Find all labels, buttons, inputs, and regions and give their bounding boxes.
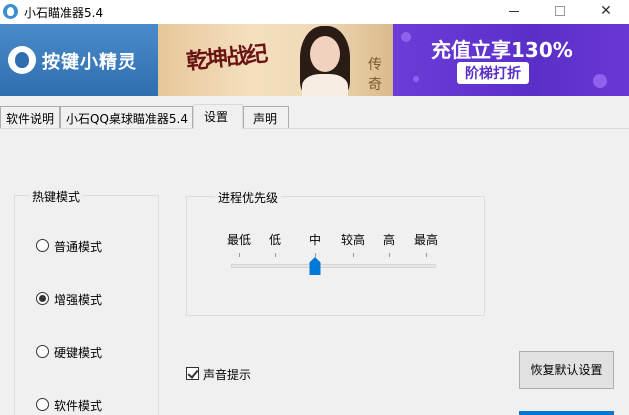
tick-mark (426, 253, 427, 257)
game-ad-corner-text: 传奇 (368, 57, 382, 93)
priority-label-low: 低 (268, 233, 282, 247)
app-icon (3, 4, 18, 19)
radio-label: 硬键模式 (54, 346, 103, 360)
radio-button[interactable] (36, 239, 49, 252)
close-button[interactable]: ✕ (583, 0, 629, 24)
hotkey-mode-title: 热键模式 (29, 188, 84, 205)
priority-slider-thumb[interactable] (309, 257, 321, 275)
hotkey-mode-group: 热键模式 普通模式 增强模式 硬键模式 软件模式 (14, 188, 159, 415)
priority-slider-track[interactable] (231, 264, 436, 268)
radio-label: 软件模式 (54, 399, 103, 413)
promo-ad[interactable]: 充值立享130% 阶梯打折 (393, 24, 629, 96)
tab-settings[interactable]: 设置 (193, 104, 243, 129)
logo-text: 按键小精灵 (42, 52, 137, 73)
maximize-icon (555, 6, 565, 16)
sound-hint-label: 声音提示 (203, 368, 252, 382)
priority-label-high: 高 (382, 233, 396, 247)
title-bar: 小石瞄准器5.4 ✕ (0, 0, 629, 24)
tick-mark (239, 253, 240, 257)
game-ad-figure (288, 24, 358, 96)
sprite-logo-icon (8, 46, 36, 74)
partial-button-edge (519, 411, 614, 415)
close-icon: ✕ (600, 3, 612, 19)
minimize-icon (509, 10, 519, 12)
promo-headline: 充值立享130% (431, 38, 573, 62)
maximize-button[interactable] (537, 0, 583, 24)
tab-software-info[interactable]: 软件说明 (0, 106, 60, 128)
tick-mark (353, 253, 354, 257)
logo-banner[interactable]: 按键小精灵 (0, 24, 158, 96)
process-priority-group: 进程优先级 最低 低 中 较高 高 最高 (186, 189, 485, 316)
tab-strip: 软件说明 小石QQ桌球瞄准器5.4 设置 声明 (0, 104, 629, 129)
radio-button[interactable] (36, 345, 49, 358)
minimize-button[interactable] (491, 0, 537, 24)
radio-button[interactable] (36, 292, 49, 305)
game-ad[interactable]: 乾坤战纪 传奇 (158, 24, 393, 96)
ad-banner: 按键小精灵 乾坤战纪 传奇 充值立享130% 阶梯打折 (0, 24, 629, 96)
tab-statement[interactable]: 声明 (243, 106, 289, 128)
tab-aimer[interactable]: 小石QQ桌球瞄准器5.4 (60, 106, 193, 128)
process-priority-title: 进程优先级 (215, 189, 282, 206)
priority-label-above-normal: 较高 (340, 233, 366, 247)
radio-label: 增强模式 (54, 293, 103, 307)
priority-label-highest: 最高 (413, 233, 439, 247)
game-ad-title: 乾坤战纪 (185, 40, 268, 76)
priority-label-normal: 中 (308, 233, 322, 247)
radio-label: 普通模式 (54, 240, 103, 254)
radio-button[interactable] (36, 398, 49, 411)
promo-subline: 阶梯打折 (457, 62, 529, 84)
tick-mark (389, 253, 390, 257)
tick-mark (315, 253, 316, 257)
tab-divider (0, 128, 629, 129)
restore-defaults-button[interactable]: 恢复默认设置 (519, 351, 614, 389)
sound-hint-checkbox[interactable] (186, 367, 199, 380)
tick-mark (275, 253, 276, 257)
window-title: 小石瞄准器5.4 (24, 6, 104, 20)
priority-label-lowest: 最低 (226, 233, 252, 247)
